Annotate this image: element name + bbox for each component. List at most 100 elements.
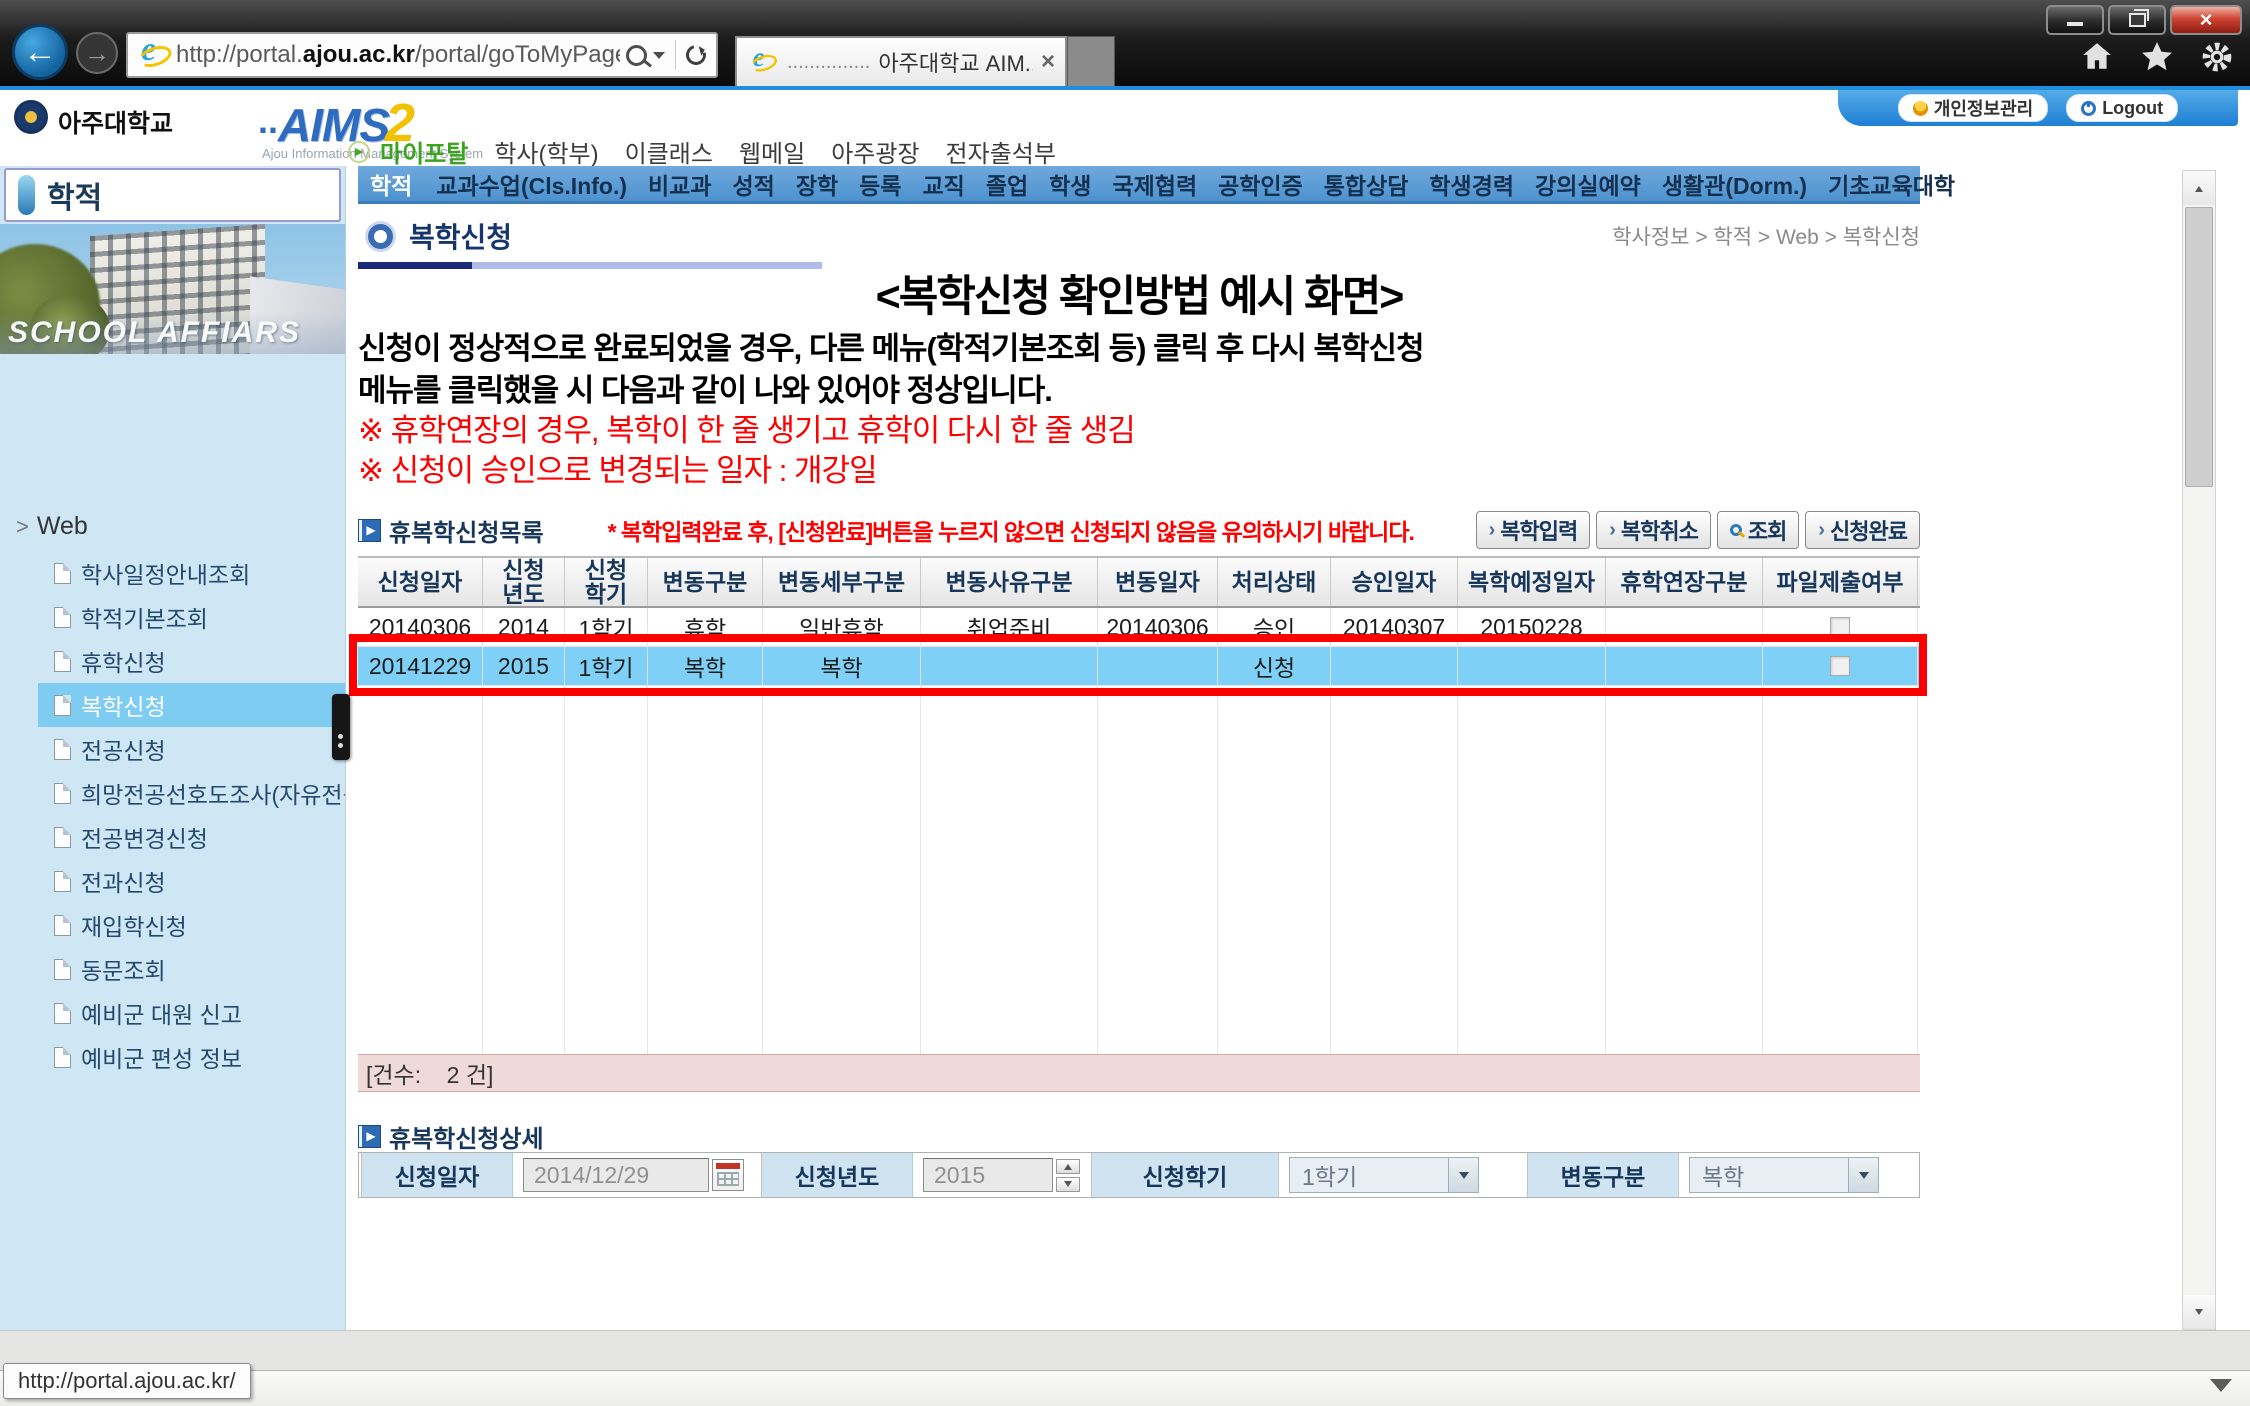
cell: 1학기	[565, 647, 648, 685]
file-checkbox[interactable]	[1830, 656, 1850, 676]
nav-item-10[interactable]: 공학인증	[1218, 167, 1303, 201]
file-checkbox[interactable]	[1830, 617, 1850, 637]
sidebar-item-0[interactable]: 학사일정안내조회	[38, 551, 345, 595]
document-icon	[54, 695, 71, 716]
select-field-3[interactable]: 복학	[1689, 1157, 1879, 1193]
year-input[interactable]: 2015	[923, 1158, 1053, 1192]
scroll-down-icon[interactable]	[2183, 1295, 2215, 1329]
nav-item-13[interactable]: 강의실예약	[1535, 167, 1641, 201]
sidebar-item-10[interactable]: 예비군 대원 신고	[38, 991, 345, 1035]
header-link-0[interactable]: 마이포탈	[380, 134, 468, 169]
nav-item-1[interactable]: 교과수업(Cls.Info.)	[436, 167, 627, 201]
sidebar-item-11[interactable]: 예비군 편성 정보	[38, 1035, 345, 1079]
header-link-3[interactable]: 웹메일	[739, 134, 805, 169]
cell	[1763, 647, 1918, 685]
tab-close-icon[interactable]: ×	[1041, 48, 1055, 76]
status-bar: http://portal.ajou.ac.kr/	[0, 1370, 2250, 1406]
search-dropdown-icon[interactable]	[653, 52, 665, 65]
empty-column	[921, 686, 1098, 1054]
status-chevron-icon[interactable]	[2210, 1379, 2232, 1392]
university-name: 아주대학교	[58, 104, 173, 140]
privacy-button[interactable]: 개인정보관리	[1898, 94, 2048, 122]
nav-item-8[interactable]: 학생	[1049, 167, 1091, 201]
vertical-scrollbar[interactable]	[2182, 170, 2216, 1330]
cell: 20141229	[358, 647, 483, 685]
sidebar-section-web[interactable]: > Web	[16, 512, 345, 541]
sidebar-item-7[interactable]: 전과신청	[38, 859, 345, 903]
sidebar-item-3[interactable]: 복학신청	[38, 683, 345, 727]
spinner-down-icon[interactable]	[1056, 1177, 1080, 1192]
calendar-icon[interactable]	[712, 1159, 744, 1191]
browser-tab[interactable]: ............... 아주대학교 AIM... ×	[735, 36, 1067, 86]
favorites-star-icon[interactable]	[2140, 40, 2174, 74]
scrollbar-thumb[interactable]	[2185, 207, 2213, 487]
table-row-0[interactable]: 2014030620141학기휴학일반휴학취업준비20140306승인20140…	[358, 608, 1920, 647]
sidebar-collapse-handle[interactable]	[332, 694, 350, 760]
search-icon[interactable]	[626, 45, 647, 66]
restore-button[interactable]	[2108, 5, 2166, 35]
nav-item-5[interactable]: 등록	[859, 167, 901, 201]
cell	[921, 647, 1098, 685]
sidebar-item-2[interactable]: 휴학신청	[38, 639, 345, 683]
nav-item-7[interactable]: 졸업	[986, 167, 1028, 201]
home-icon[interactable]	[2080, 40, 2114, 74]
sidebar-item-4[interactable]: 전공신청	[38, 727, 345, 771]
sidebar-item-label: 학적기본조회	[81, 600, 208, 634]
toolbar-button-1[interactable]: 복학취소	[1596, 511, 1711, 549]
scroll-up-icon[interactable]	[2183, 171, 2215, 205]
toolbar-button-label: 신청완료	[1830, 514, 1907, 546]
sidebar-item-5[interactable]: 희망전공선호도조사(자유전공	[38, 771, 345, 815]
sidebar-item-1[interactable]: 학적기본조회	[38, 595, 345, 639]
header-link-1[interactable]: 학사(학부)	[494, 134, 598, 169]
sidebar-item-8[interactable]: 재입학신청	[38, 903, 345, 947]
header-link-4[interactable]: 아주광장	[831, 134, 919, 169]
nav-item-2[interactable]: 비교과	[648, 167, 711, 201]
toolbar-button-3[interactable]: 신청완료	[1805, 511, 1920, 549]
browser-chrome: × ← → http://portal.ajou.ac.kr/portal/go…	[0, 0, 2250, 86]
toolbar-button-0[interactable]: 복학입력	[1476, 511, 1591, 549]
cell: 20150228	[1458, 608, 1606, 646]
divider	[675, 40, 676, 70]
person-icon	[1913, 101, 1928, 116]
nav-item-6[interactable]: 교직	[922, 167, 964, 201]
nav-item-12[interactable]: 학생경력	[1429, 167, 1514, 201]
ie-icon	[138, 39, 170, 71]
new-tab-stub[interactable]	[1067, 36, 1115, 88]
spinner-up-icon[interactable]	[1056, 1159, 1080, 1174]
back-button[interactable]: ←	[12, 24, 68, 80]
toolbar-button-2[interactable]: 조회	[1717, 511, 1799, 549]
forward-button[interactable]: →	[76, 32, 118, 74]
close-button[interactable]: ×	[2170, 5, 2242, 35]
table-row-1[interactable]: 2014122920151학기복학복학신청	[358, 647, 1920, 686]
nav-item-3[interactable]: 성적	[733, 167, 775, 201]
logout-button[interactable]: Logout	[2066, 94, 2178, 122]
sidebar-item-6[interactable]: 전공변경신청	[38, 815, 345, 859]
browser-window: × ← → http://portal.ajou.ac.kr/portal/go…	[0, 0, 2250, 1406]
section-icon	[358, 519, 381, 542]
nav-item-15[interactable]: 기초교육대학	[1828, 167, 1955, 201]
chevron-down-icon[interactable]	[1848, 1158, 1878, 1192]
sidebar-item-label: 전과신청	[81, 864, 166, 898]
refresh-icon[interactable]	[682, 41, 709, 68]
select-field-2[interactable]: 1학기	[1289, 1157, 1479, 1193]
nav-item-11[interactable]: 통합상담	[1324, 167, 1409, 201]
address-bar[interactable]: http://portal.ajou.ac.kr/portal/goToMyPa…	[126, 32, 718, 78]
header-link-5[interactable]: 전자출석부	[946, 134, 1056, 169]
logo-dots: ..	[258, 100, 278, 141]
minimize-button[interactable]	[2046, 5, 2104, 35]
cell: 20140306	[1098, 608, 1218, 646]
sidebar-item-label: 전공변경신청	[81, 820, 208, 854]
sidebar-item-9[interactable]: 동문조회	[38, 947, 345, 991]
nav-item-4[interactable]: 장학	[796, 167, 838, 201]
settings-gear-icon[interactable]	[2200, 40, 2234, 74]
header-link-2[interactable]: 이클래스	[625, 134, 713, 169]
document-icon	[54, 607, 71, 628]
list-warning: * 복학입력완료 후, [신청완료]버튼을 누르지 않으면 신청되지 않음을 유…	[608, 513, 1414, 547]
nav-item-0[interactable]: 학적	[370, 167, 412, 201]
nav-item-9[interactable]: 국제협력	[1112, 167, 1197, 201]
chevron-down-icon[interactable]	[1448, 1158, 1478, 1192]
date-input[interactable]: 2014/12/29	[523, 1158, 709, 1192]
url-text[interactable]: http://portal.ajou.ac.kr/portal/goToMyPa…	[176, 41, 620, 69]
column-header-11: 파일제출여부	[1763, 558, 1918, 606]
nav-item-14[interactable]: 생활관(Dorm.)	[1662, 167, 1807, 201]
